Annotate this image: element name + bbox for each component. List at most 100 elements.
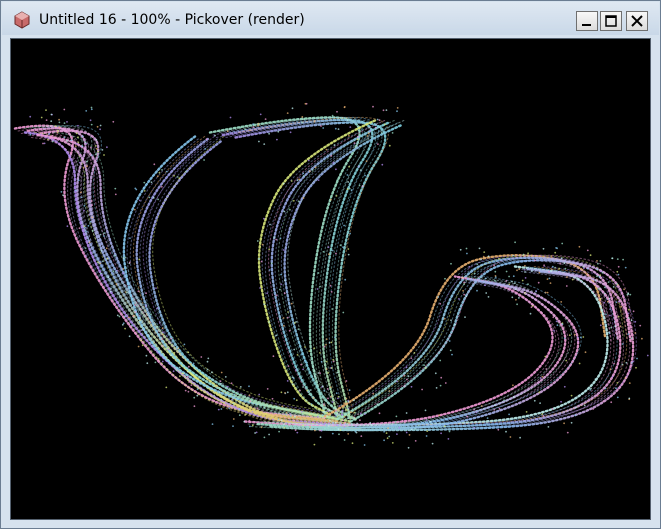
attractor-particle: [89, 146, 92, 149]
attractor-particle: [617, 315, 620, 318]
attractor-particle: [606, 300, 609, 303]
attractor-particle: [519, 295, 521, 297]
attractor-particle: [560, 257, 563, 260]
attractor-particle: [331, 401, 334, 403]
attractor-particle: [508, 413, 510, 416]
attractor-particle: [617, 273, 620, 276]
attractor-particle: [348, 165, 350, 168]
render-canvas[interactable]: [10, 38, 651, 520]
attractor-particle: [327, 246, 330, 249]
attractor-particle: [302, 368, 304, 371]
attractor-particle: [129, 237, 131, 240]
attractor-particle: [206, 360, 209, 363]
attractor-particle: [577, 336, 579, 339]
attractor-particle: [261, 243, 264, 246]
pickover-app-icon[interactable]: [13, 11, 31, 29]
attractor-particle: [161, 169, 163, 171]
attractor-particle: [616, 258, 619, 260]
attractor-strand: [225, 121, 376, 421]
attractor-particle: [187, 390, 190, 393]
attractor-particle: [86, 160, 88, 163]
attractor-particle: [158, 171, 161, 174]
attractor-particle: [101, 149, 104, 151]
attractor-particle: [349, 232, 351, 235]
attractor-particle: [594, 279, 597, 282]
attractor-particle: [385, 432, 388, 434]
attractor-particle: [329, 284, 332, 287]
attractor-particle: [627, 312, 630, 315]
attractor-particle: [213, 385, 216, 388]
attractor-particle: [611, 375, 614, 378]
attractor-particle: [351, 422, 353, 425]
attractor-particle: [290, 180, 293, 182]
attractor-particle: [449, 349, 452, 352]
attractor-particle: [301, 413, 304, 416]
attractor-particle: [335, 195, 338, 197]
attractor-particle: [331, 114, 334, 117]
attractor-particle: [577, 340, 580, 343]
attractor-particle: [90, 108, 93, 111]
attractor-particle: [312, 397, 315, 399]
attractor-particle: [213, 394, 216, 397]
attractor-particle: [238, 408, 241, 411]
attractor-particle: [106, 146, 108, 149]
attractor-particle: [66, 225, 69, 228]
attractor-particle: [616, 270, 619, 273]
attractor-particle: [335, 424, 338, 426]
attractor-particle: [316, 288, 319, 290]
attractor-strand: [319, 270, 635, 432]
attractor-particle: [340, 259, 343, 262]
attractor-particle: [122, 257, 125, 260]
attractor-particle: [289, 175, 292, 177]
attractor-particle: [617, 300, 620, 303]
attractor-particle: [296, 179, 299, 182]
attractor-particle: [342, 246, 344, 249]
maximize-button[interactable]: [600, 11, 622, 31]
attractor-particle: [547, 387, 550, 389]
attractor-particle: [226, 385, 229, 388]
attractor-particle: [326, 427, 329, 429]
attractor-particle: [306, 361, 308, 364]
attractor-particle: [624, 377, 627, 380]
attractor-particle: [597, 288, 600, 290]
attractor-particle: [363, 444, 366, 446]
attractor-particle: [189, 363, 192, 365]
attractor-particle: [328, 253, 330, 256]
attractor-particle: [554, 251, 557, 254]
attractor-particle: [173, 351, 176, 354]
attractor-particle: [403, 385, 406, 387]
attractor-particle: [91, 230, 94, 232]
attractor-particle: [283, 292, 286, 295]
title-bar[interactable]: Untitled 16 - 100% - Pickover (render): [2, 2, 659, 35]
close-button[interactable]: [626, 11, 648, 31]
attractor-particle: [161, 345, 163, 347]
attractor-particle: [343, 106, 346, 108]
attractor-particle: [359, 419, 361, 422]
attractor-particle: [302, 386, 304, 388]
attractor-particle: [628, 382, 631, 384]
attractor-particle: [425, 419, 428, 422]
attractor-particle: [230, 382, 233, 385]
attractor-particle: [437, 296, 440, 298]
attractor-particle: [325, 410, 327, 413]
attractor-particle: [275, 334, 278, 337]
attractor-particle: [272, 418, 274, 421]
attractor-particle: [214, 134, 216, 137]
attractor-particle: [403, 421, 406, 424]
attractor-particle: [596, 260, 598, 262]
attractor-particle: [603, 292, 606, 295]
attractor-particle: [51, 135, 54, 137]
minimize-button[interactable]: [576, 11, 598, 31]
attractor-particle: [514, 241, 516, 244]
attractor-particle: [266, 292, 268, 295]
attractor-particle: [148, 315, 151, 317]
attractor-particle: [494, 279, 496, 282]
attractor-particle: [383, 439, 385, 442]
attractor-particle: [363, 413, 366, 415]
attractor-particle: [325, 343, 327, 346]
attractor-particle: [521, 279, 524, 282]
attractor-particle: [280, 391, 283, 394]
attractor-particle: [320, 125, 322, 127]
attractor-particle: [511, 280, 513, 283]
attractor-particle: [539, 377, 542, 379]
